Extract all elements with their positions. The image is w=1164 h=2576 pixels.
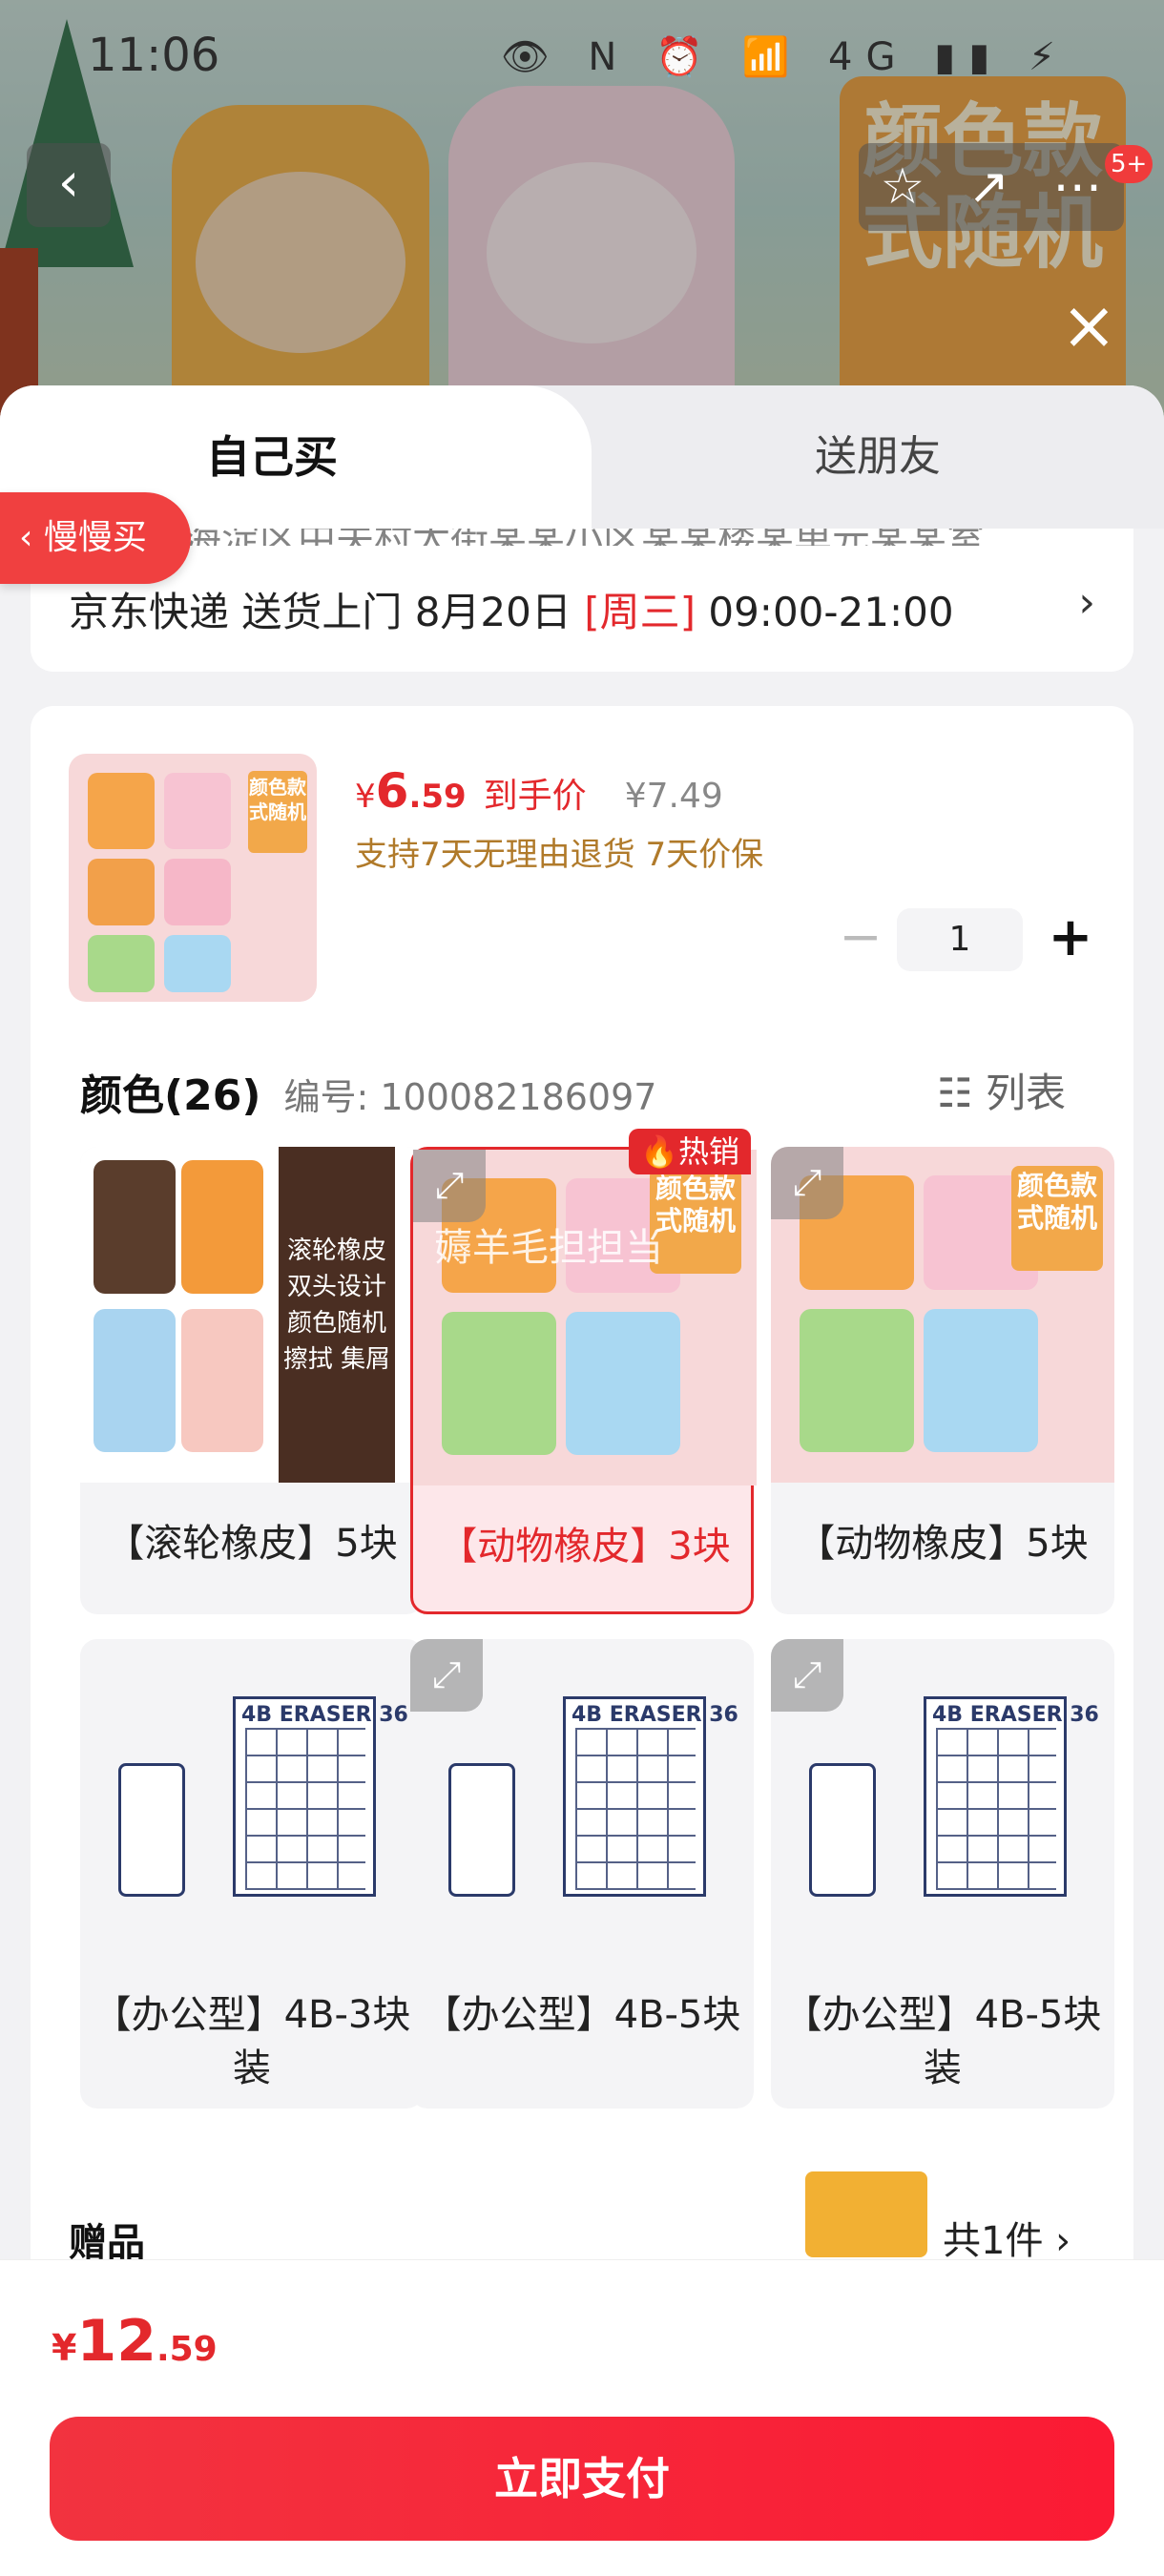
product-code: 编号: 100082186097 [283, 1076, 657, 1118]
total-price: ¥12.59 [52, 2308, 218, 2375]
color-title: 颜色(26) [80, 1071, 261, 1120]
final-price: 6 [375, 763, 409, 819]
product-thumbnail[interactable]: 颜色款式随机 [69, 754, 317, 1002]
color-section-header: 颜色(26) 编号: 100082186097 [80, 1061, 656, 1122]
status-time: 11:06 [88, 29, 220, 82]
gift-thumbnail[interactable] [805, 2171, 927, 2257]
status-bar: 11:06 👁 N ⏰ 📶 4G ▮▮ ⚡ [0, 0, 1164, 114]
delivery-info: 京东快递 送货上门 8月20日 [周三] 09:00-21:00 [69, 589, 954, 635]
roller-eraser-tag: 滚轮橡皮 双头设计 颜色随机 擦拭 集屑 [279, 1147, 395, 1483]
color-option-office-3[interactable]: 4B ERASER 36 【办公型】4B-3块装 [80, 1639, 424, 2109]
option-label: 【办公型】4B-3块装 [93, 1993, 411, 2090]
color-option-office-5-pack[interactable]: 4B ERASER 36 ⤢ 【办公型】4B-5块装 [771, 1639, 1114, 2109]
close-icon[interactable]: × [1061, 292, 1117, 359]
slow-buy-button[interactable]: ‹ 慢慢买 [0, 492, 191, 584]
chevron-left-icon: ‹ [57, 152, 80, 214]
gift-count[interactable]: 共1件 › [943, 2210, 1070, 2265]
color-option-animal-5[interactable]: 颜色款式随机 ⤢ 【动物橡皮】5块 [771, 1147, 1114, 1614]
star-icon[interactable]: ☆ [881, 158, 925, 216]
watermark-text: 薅羊毛担担当 [434, 1226, 663, 1270]
expand-icon[interactable]: ⤢ [771, 1639, 843, 1712]
chevron-right-icon: › [1078, 578, 1095, 627]
color-option-roller-5[interactable]: 滚轮橡皮 双头设计 颜色随机 擦拭 集屑 【滚轮橡皮】5块 [80, 1147, 424, 1614]
quantity-increase-button[interactable]: + [1042, 908, 1099, 971]
option-label: 【动物橡皮】3块 [439, 1525, 731, 1568]
list-view-toggle[interactable]: ☷ 列表 [937, 1061, 1066, 1119]
pay-now-button[interactable]: 立即支付 [50, 2417, 1114, 2541]
color-option-animal-3[interactable]: 颜色款式随机 薅羊毛担担当 ⤢ 🔥热销 【动物橡皮】3块 [410, 1129, 757, 1614]
expand-icon[interactable]: ⤢ [771, 1147, 843, 1219]
delivery-weekday: [周三] [584, 589, 696, 635]
tab-gift-to-friend[interactable]: 送朋友 [592, 385, 1164, 529]
return-guarantee: 支持7天无理由退货 7天价保 [355, 836, 764, 874]
message-badge: 5+ [1105, 145, 1154, 183]
back-button[interactable]: ‹ [27, 143, 111, 227]
original-price: ¥7.49 [624, 777, 723, 816]
share-icon[interactable]: ↗ [968, 158, 1010, 216]
expand-icon[interactable]: ⤢ [413, 1150, 486, 1222]
thumbnail-tag: 颜色款式随机 [248, 771, 307, 853]
delivery-card[interactable]: 北京市海淀区中关村大街某某小区某某楼某单元某某室 京东快递 送货上门 8月20日… [31, 529, 1133, 672]
address-text: 北京市海淀区中关村大街某某小区某某楼某单元某某室 [69, 529, 1023, 546]
header-action-bar: ☆ ↗ ⋯ [859, 143, 1124, 231]
final-price-label: 到手价 [483, 777, 587, 816]
checkout-bar: ¥12.59 立即支付 [0, 2259, 1164, 2576]
option-label: 【动物橡皮】5块 [797, 1522, 1089, 1566]
random-color-tag: 颜色款式随机 [650, 1169, 741, 1274]
option-label: 【办公型】4B-5块 [423, 1993, 741, 2037]
price-row: ¥6.59 到手价 ¥7.49 [355, 763, 723, 819]
option-label: 【办公型】4B-5块装 [783, 1993, 1102, 2090]
quantity-decrease-button[interactable]: − [832, 910, 889, 967]
color-option-office-5[interactable]: 4B ERASER 36 ⤢ 【办公型】4B-5块 [410, 1639, 754, 2109]
option-label: 【滚轮橡皮】5块 [106, 1522, 398, 1566]
hot-sale-badge: 🔥热销 [629, 1129, 751, 1174]
more-icon[interactable]: ⋯ [1052, 158, 1102, 216]
expand-icon[interactable]: ⤢ [410, 1639, 483, 1712]
quantity-input[interactable]: 1 [897, 908, 1023, 971]
eraser-pack-image: 4B ERASER 36 [80, 1639, 424, 1975]
random-color-tag: 颜色款式随机 [1011, 1166, 1103, 1271]
status-icons: 👁 N ⏰ 📶 4G ▮▮ ⚡ [500, 35, 1069, 79]
